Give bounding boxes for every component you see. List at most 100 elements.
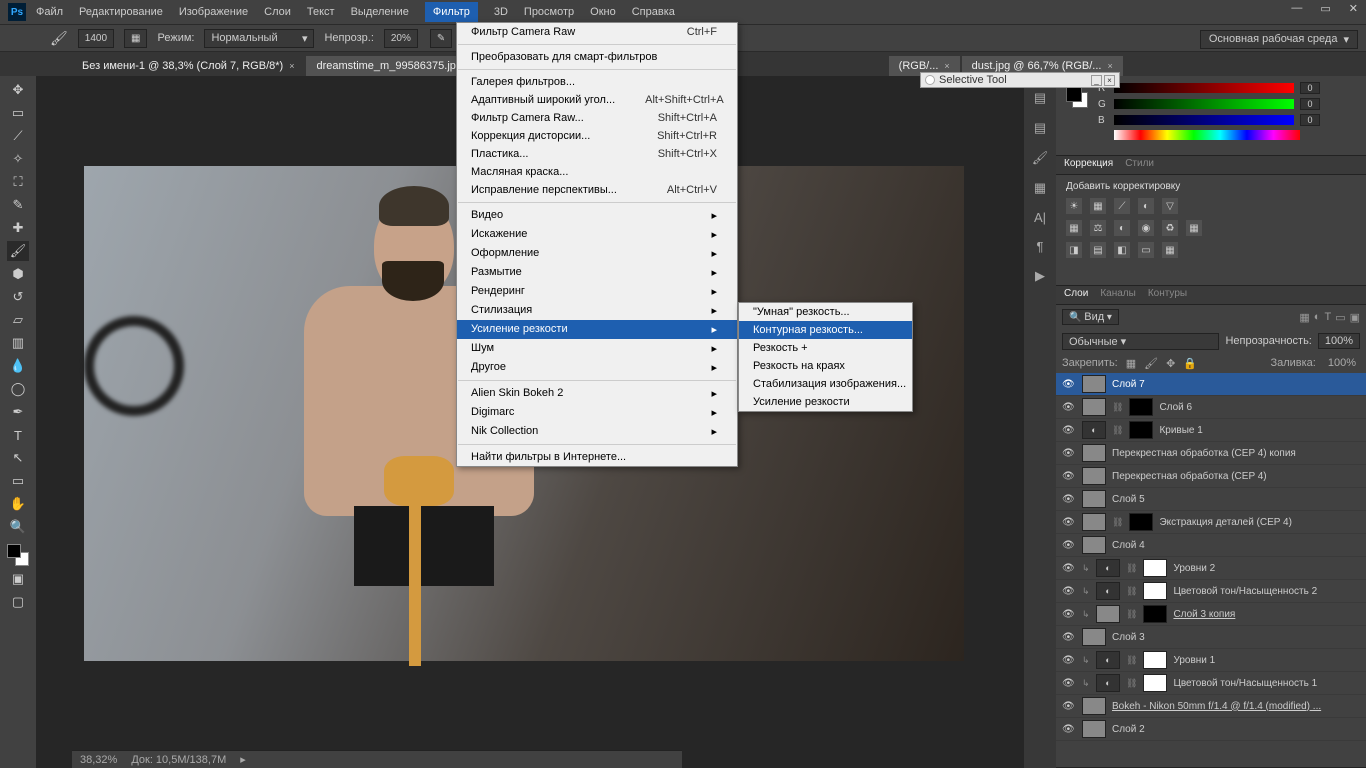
adj-bw[interactable]: ◐	[1114, 220, 1130, 236]
layer-thumb[interactable]: ◐	[1096, 582, 1120, 600]
layer-name[interactable]: Уровни 2	[1173, 563, 1366, 574]
menu-item[interactable]: Адаптивный широкий угол...Alt+Shift+Ctrl…	[457, 91, 737, 109]
menu-item[interactable]: Стилизация▸	[457, 301, 737, 320]
menu-item[interactable]: Усиление резкости	[739, 393, 912, 411]
layer-row[interactable]: 👁Перекрестная обработка (CEP 4) копия	[1056, 442, 1366, 465]
play-icon[interactable]: ▶	[1035, 268, 1045, 284]
zoom-tool[interactable]: 🔍	[7, 517, 29, 537]
chevron-right-icon[interactable]: ▸	[240, 753, 246, 766]
menu-file[interactable]: Файл	[36, 6, 63, 18]
menu-item[interactable]: Фильтр Camera Raw...Shift+Ctrl+A	[457, 109, 737, 127]
heal-tool[interactable]: ✚	[7, 218, 29, 238]
eye-icon[interactable]: 👁	[1062, 678, 1076, 689]
eraser-tool[interactable]: ▱	[7, 310, 29, 330]
brush-tool[interactable]: 🖌	[7, 241, 29, 261]
menu-item[interactable]: Масляная краска...	[457, 163, 737, 181]
maximize-icon[interactable]: ▭	[1320, 2, 1330, 15]
brush-size[interactable]: 1400	[78, 29, 114, 48]
b-slider[interactable]	[1114, 115, 1294, 125]
menu-item[interactable]: Пластика...Shift+Ctrl+X	[457, 145, 737, 163]
wand-tool[interactable]: ✧	[7, 149, 29, 169]
menu-item[interactable]: Размытие▸	[457, 263, 737, 282]
eye-icon[interactable]: 👁	[1062, 517, 1076, 528]
layer-row[interactable]: 👁 Слой 2	[1056, 718, 1366, 741]
filter-shape[interactable]: ▭	[1335, 311, 1345, 324]
menu-item[interactable]: Стабилизация изображения...	[739, 375, 912, 393]
minimize-icizona[interactable]: _	[1091, 75, 1102, 86]
layer-row[interactable]: 👁Слой 4	[1056, 534, 1366, 557]
eye-icon[interactable]: 👁	[1062, 494, 1076, 505]
adj-invert[interactable]: ◨	[1066, 242, 1082, 258]
chain-icon[interactable]: ⛓	[1126, 655, 1137, 666]
filter-smart[interactable]: ▣	[1350, 311, 1360, 324]
eye-icon[interactable]: 👁	[1062, 724, 1076, 735]
menu-item[interactable]: Nik Collection▸	[457, 422, 737, 441]
layer-mask[interactable]	[1129, 513, 1153, 531]
adj-mixer[interactable]: ♻	[1162, 220, 1178, 236]
layer-name[interactable]: Слой 2	[1112, 724, 1366, 735]
adj-lut[interactable]: ▦	[1186, 220, 1202, 236]
layer-row[interactable]: 👁Bokeh - Nikon 50mm f/1.4 @ f/1.4 (modif…	[1056, 695, 1366, 718]
blur-tool[interactable]: 💧	[7, 356, 29, 376]
para-icon[interactable]: ¶	[1037, 239, 1044, 254]
hand-tool[interactable]: ✋	[7, 494, 29, 514]
filter-pixel[interactable]: ▦	[1299, 311, 1309, 324]
menu-item[interactable]: Усиление резкости▸	[457, 320, 737, 339]
layer-row[interactable]: 👁⛓Экстракция деталей (CEP 4)	[1056, 511, 1366, 534]
layer-thumb[interactable]: ◐	[1096, 674, 1120, 692]
menu-item[interactable]: Искажение▸	[457, 225, 737, 244]
layer-row[interactable]: 👁↳◐⛓Уровни 2	[1056, 557, 1366, 580]
layer-name[interactable]: Кривые 1	[1159, 425, 1366, 436]
layer-mask[interactable]	[1143, 651, 1167, 669]
menu-view[interactable]: Просмотр	[524, 6, 574, 18]
tab-layers[interactable]: Слои	[1064, 288, 1088, 302]
layer-thumb[interactable]	[1082, 536, 1106, 554]
layer-thumb[interactable]	[1096, 605, 1120, 623]
adj-vibrance[interactable]: ▽	[1162, 198, 1178, 214]
chain-icon[interactable]: ⛓	[1126, 563, 1137, 574]
layer-name[interactable]: Bokeh - Nikon 50mm f/1.4 @ f/1.4 (modifi…	[1112, 701, 1366, 712]
layer-name[interactable]: Перекрестная обработка (CEP 4) копия	[1112, 448, 1366, 459]
brush-icon[interactable]: 🖌	[50, 30, 68, 47]
layer-fill[interactable]: 100%	[1324, 357, 1360, 369]
minimize-icon[interactable]: —	[1291, 2, 1302, 15]
quickmask-toggle[interactable]: ▣	[7, 569, 29, 589]
layer-row[interactable]: 👁↳◐⛓Цветовой тон/Насыщенность 2	[1056, 580, 1366, 603]
zoom-level[interactable]: 38,32%	[80, 754, 117, 766]
tab-paths[interactable]: Контуры	[1148, 288, 1187, 302]
layer-thumb[interactable]	[1082, 490, 1106, 508]
layer-thumb[interactable]	[1082, 375, 1106, 393]
adj-gradmap[interactable]: ▭	[1138, 242, 1154, 258]
path-select-tool[interactable]: ↖	[7, 448, 29, 468]
eye-icon[interactable]: 👁	[1062, 563, 1076, 574]
menu-item[interactable]: Преобразовать для смарт-фильтров	[457, 48, 737, 66]
layer-thumb[interactable]: ◐	[1096, 559, 1120, 577]
menu-item[interactable]: Исправление перспективы...Alt+Ctrl+V	[457, 181, 737, 199]
layer-name[interactable]: Слой 3 копия	[1173, 609, 1366, 620]
lasso-tool[interactable]: ⟋	[7, 126, 29, 146]
filter-adj[interactable]: ◐	[1314, 311, 1321, 324]
chain-icon[interactable]: ⛓	[1126, 609, 1137, 620]
layer-row[interactable]: 👁↳◐⛓Цветовой тон/Насыщенность 1	[1056, 672, 1366, 695]
tab-channels[interactable]: Каналы	[1100, 288, 1136, 302]
menu-edit[interactable]: Редактирование	[79, 6, 163, 18]
screenmode-toggle[interactable]: ▢	[7, 592, 29, 612]
adj-hue[interactable]: ▦	[1066, 220, 1082, 236]
layer-thumb[interactable]	[1082, 720, 1106, 738]
adj-selcolor[interactable]: ▦	[1162, 242, 1178, 258]
marquee-tool[interactable]: ▭	[7, 103, 29, 123]
lock-all[interactable]: 🔒	[1183, 357, 1197, 370]
eyedropper-tool[interactable]: ✎	[7, 195, 29, 215]
layer-name[interactable]: Слой 3	[1112, 632, 1366, 643]
layer-thumb[interactable]: ◐	[1082, 421, 1106, 439]
close-icon[interactable]: ×	[1104, 75, 1115, 86]
layer-row[interactable]: 👁Перекрестная обработка (CEP 4)	[1056, 465, 1366, 488]
opacity[interactable]: 20%	[384, 29, 418, 48]
history-brush-tool[interactable]: ↺	[7, 287, 29, 307]
layer-thumb[interactable]	[1082, 628, 1106, 646]
menu-item[interactable]: Рендеринг▸	[457, 282, 737, 301]
b-value[interactable]: 0	[1300, 114, 1320, 126]
layer-name[interactable]: Перекрестная обработка (CEP 4)	[1112, 471, 1366, 482]
crop-tool[interactable]: ⛶	[7, 172, 29, 192]
blend-mode[interactable]: Обычные ▾	[1062, 333, 1219, 350]
